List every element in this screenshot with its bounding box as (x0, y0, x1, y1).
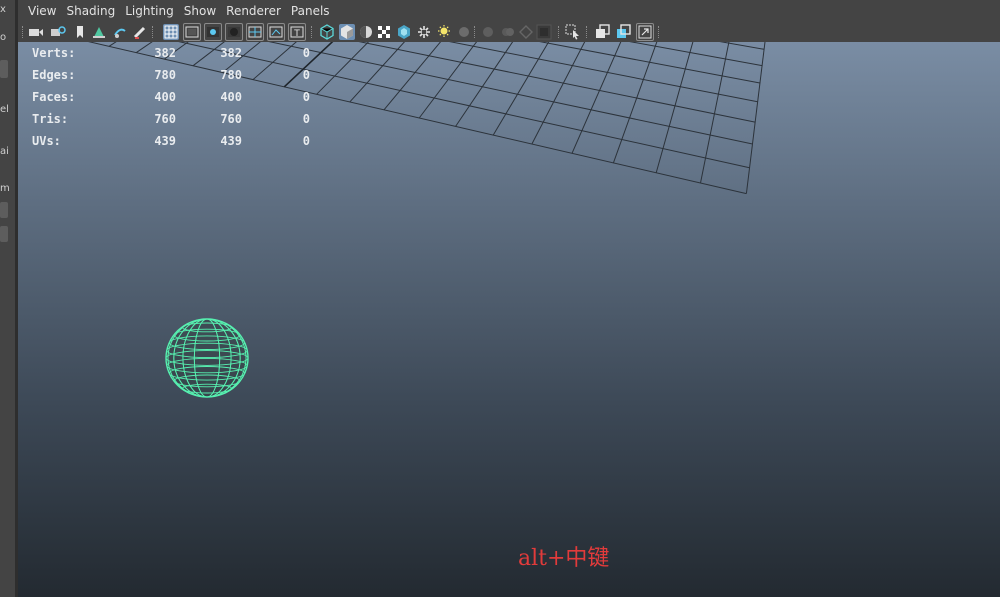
hud-value: 382 (154, 46, 176, 60)
smooth-shade-icon[interactable] (339, 24, 355, 40)
bookmark-icon[interactable] (72, 24, 88, 40)
gate-mask-icon[interactable] (225, 23, 243, 41)
hud-value: 0 (302, 90, 310, 104)
resolution-gate-icon[interactable] (204, 23, 222, 41)
toolbar-separator (22, 26, 25, 38)
toolbar-separator (474, 26, 477, 38)
left-panel-fragment: m (0, 183, 10, 194)
hud-value: 0 (302, 134, 310, 148)
hud-value: 780 (154, 68, 176, 82)
screen-space-ao-icon[interactable] (455, 24, 471, 40)
motion-blur-icon[interactable] (480, 24, 496, 40)
hud-value: 400 (220, 90, 242, 104)
film-gate-icon[interactable] (183, 23, 201, 41)
hud-value: 760 (154, 112, 176, 126)
safe-title-icon[interactable] (267, 23, 285, 41)
hud-value: 439 (154, 134, 176, 148)
grid-line (418, 42, 478, 119)
left-dock-strip: x o el ai m (0, 0, 16, 597)
hud-label: Verts: (32, 46, 76, 60)
hud-value: 382 (220, 46, 242, 60)
isolate-select-icon[interactable] (536, 24, 552, 40)
panel-toolbar: T (18, 22, 1000, 43)
panel-menubar: View Shading Lighting Show Renderer Pane… (18, 0, 1000, 22)
menu-lighting[interactable]: Lighting (120, 0, 179, 22)
grid-line (492, 42, 550, 136)
toolbar-separator (152, 26, 155, 38)
hud-value: 439 (220, 134, 242, 148)
field-chart-icon[interactable] (246, 23, 264, 41)
left-panel-button[interactable] (0, 60, 8, 78)
hud-row-faces: Faces: 400 400 0 (32, 86, 310, 108)
grease-pencil-icon[interactable] (132, 24, 148, 40)
grid-line (612, 42, 658, 164)
textured-icon[interactable] (396, 24, 412, 40)
grid-line (349, 42, 405, 103)
2d-pan-zoom-icon[interactable] (112, 24, 128, 40)
toolbar-separator (658, 26, 661, 38)
hud-value: 0 (302, 68, 310, 82)
hud-label: Edges: (32, 68, 76, 82)
menu-show[interactable]: Show (179, 0, 221, 22)
maximize-panel-icon[interactable] (636, 23, 654, 41)
hud-row-verts: Verts: 382 382 0 (32, 42, 310, 64)
hud-label: UVs: (32, 134, 61, 148)
grid-line (383, 42, 442, 111)
hud-label: Faces: (32, 90, 76, 104)
grid-line (745, 42, 766, 194)
xray-icon[interactable] (376, 24, 392, 40)
menu-shading[interactable]: Shading (61, 0, 120, 22)
svg-text:T: T (293, 29, 300, 38)
wireframe-icon[interactable] (319, 24, 335, 40)
multisample-aa-icon[interactable] (500, 24, 516, 40)
annotation-caption: alt+中键 (518, 546, 610, 571)
3d-viewport[interactable]: Verts: 382 382 0 Edges: 780 780 0 Faces:… (18, 42, 1000, 597)
depth-of-field-icon[interactable] (518, 24, 534, 40)
hud-value: 0 (302, 46, 310, 60)
toolbar-separator (586, 26, 589, 38)
hud-value: 0 (302, 112, 310, 126)
image-plane-icon[interactable] (91, 24, 107, 40)
camera-icon[interactable] (28, 24, 44, 40)
hud-value: 760 (220, 112, 242, 126)
grid-line (531, 42, 586, 145)
xray-joints-icon[interactable] (595, 24, 611, 40)
grid-line (316, 42, 370, 95)
grid-line (655, 42, 694, 173)
grid-icon[interactable] (163, 24, 179, 40)
poly-count-hud: Verts: 382 382 0 Edges: 780 780 0 Faces:… (32, 42, 310, 152)
menu-renderer[interactable]: Renderer (221, 0, 286, 22)
xray-active-icon[interactable] (565, 24, 581, 40)
hud-toggle-icon[interactable]: T (288, 23, 306, 41)
shade-wire-icon[interactable] (358, 24, 374, 40)
hud-value: 780 (220, 68, 242, 82)
left-panel-fragment: el (0, 104, 9, 115)
left-panel-fragment: o (0, 32, 7, 43)
shadows-icon[interactable] (436, 24, 452, 40)
left-panel-button[interactable] (0, 226, 8, 242)
left-panel-fragment: x (0, 4, 6, 15)
sphere-wireframe[interactable] (165, 318, 249, 398)
hud-label: Tris: (32, 112, 69, 126)
camera-attributes-icon[interactable] (50, 24, 66, 40)
use-all-lights-icon[interactable] (416, 24, 432, 40)
toolbar-separator (311, 26, 314, 38)
menu-view[interactable]: View (23, 0, 61, 22)
left-panel-button[interactable] (0, 202, 8, 218)
left-panel-fragment: ai (0, 146, 9, 157)
toolbar-separator (558, 26, 561, 38)
hud-row-edges: Edges: 780 780 0 (32, 64, 310, 86)
hud-value: 400 (154, 90, 176, 104)
hud-row-tris: Tris: 760 760 0 (32, 108, 310, 130)
menu-panels[interactable]: Panels (286, 0, 335, 22)
hud-row-uvs: UVs: 439 439 0 (32, 130, 310, 152)
xray-components-icon[interactable] (616, 24, 632, 40)
